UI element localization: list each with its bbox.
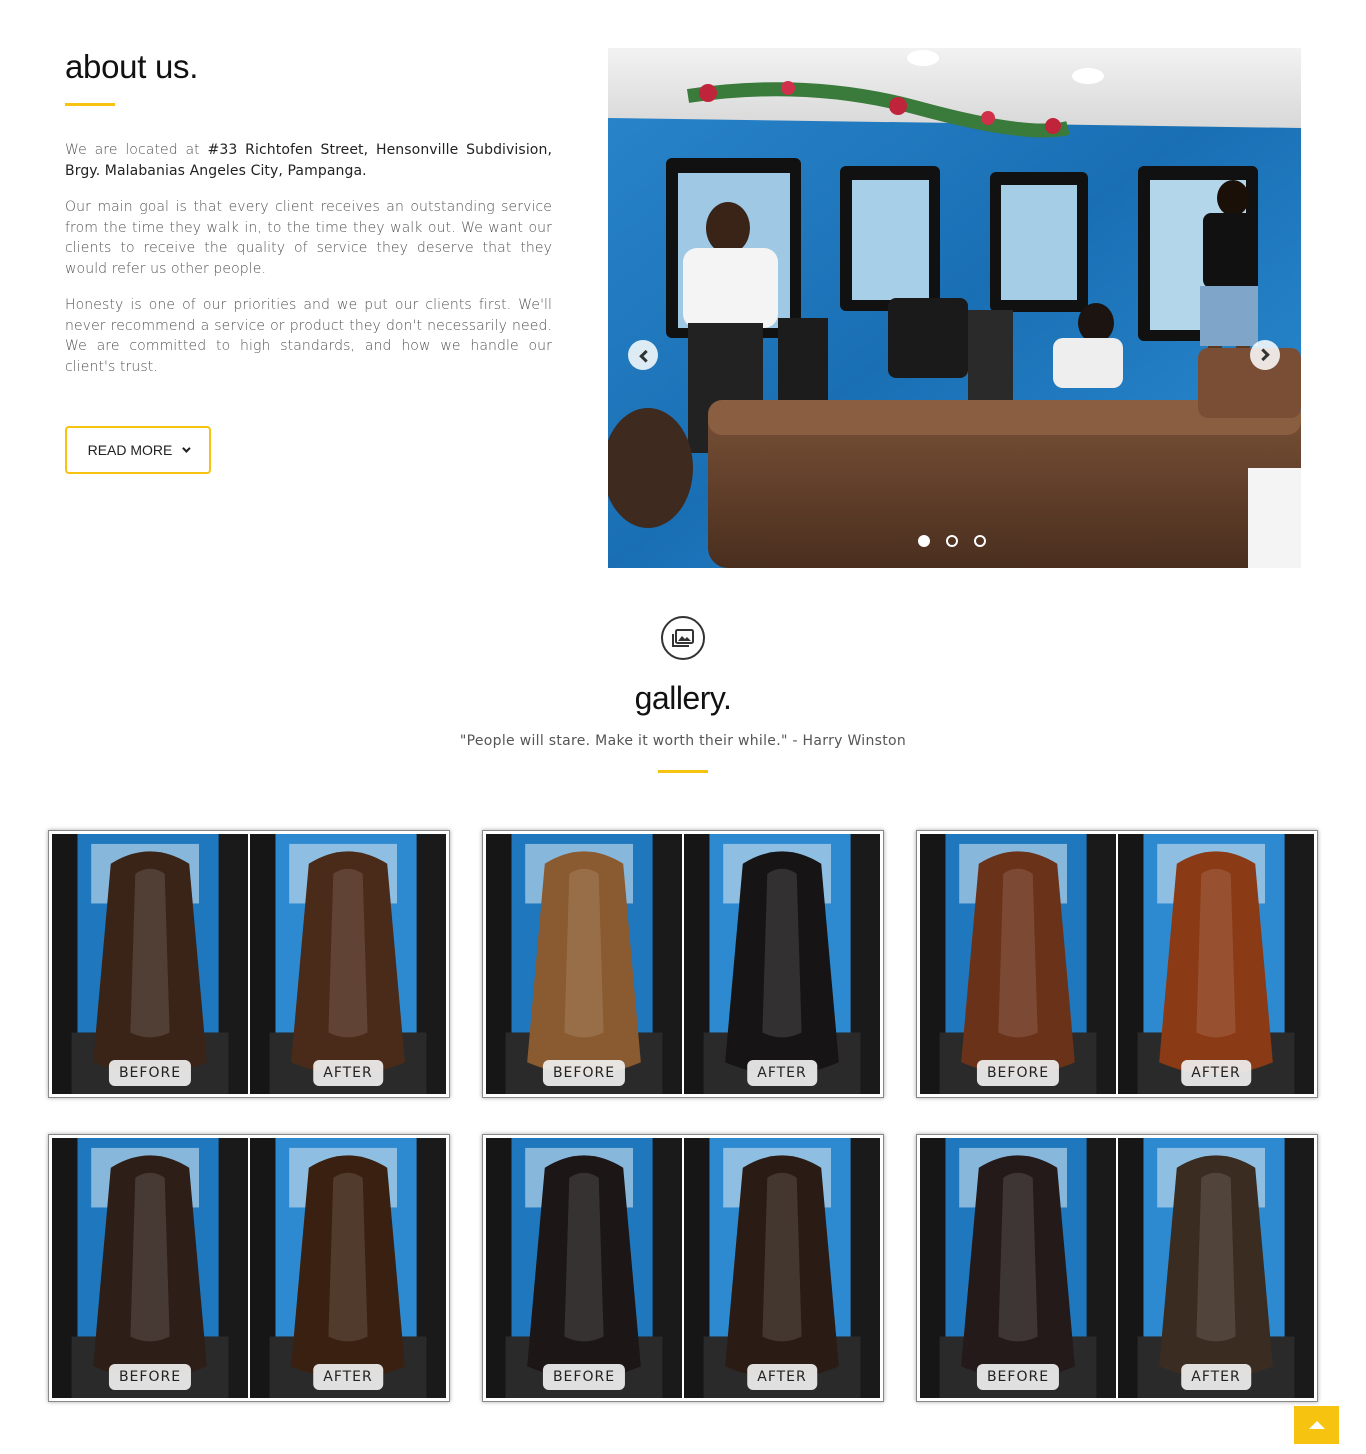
gallery-accent-line [658, 770, 708, 773]
gallery-card[interactable]: BEFORE AFTER [482, 1134, 884, 1402]
about-accent-line [65, 103, 115, 106]
before-photo: BEFORE [52, 834, 248, 1094]
before-label: BEFORE [976, 1060, 1060, 1086]
after-label: AFTER [1181, 1060, 1251, 1086]
photo-gallery-icon [661, 616, 705, 660]
location-lead: We are located at [65, 142, 208, 158]
about-honesty-paragraph: Honesty is one of our priorities and we … [65, 297, 552, 375]
before-label: BEFORE [542, 1060, 626, 1086]
salon-carousel[interactable] [608, 48, 1301, 568]
back-to-top-button[interactable] [1294, 1406, 1339, 1444]
chevron-down-icon [182, 444, 192, 453]
carousel-prev-button[interactable] [628, 340, 658, 370]
before-photo: BEFORE [486, 1138, 682, 1398]
before-photo: BEFORE [920, 1138, 1116, 1398]
carousel-dot-2[interactable] [946, 535, 958, 547]
gallery-card[interactable]: BEFORE AFTER [916, 830, 1318, 1098]
after-photo: AFTER [1118, 834, 1314, 1094]
after-label: AFTER [313, 1060, 383, 1086]
carousel-indicators [918, 535, 986, 547]
after-label: AFTER [747, 1060, 817, 1086]
after-photo: AFTER [684, 834, 880, 1094]
before-label: BEFORE [542, 1364, 626, 1390]
carousel-next-button[interactable] [1250, 340, 1280, 370]
gallery-title: gallery. [634, 680, 732, 716]
after-label: AFTER [747, 1364, 817, 1390]
after-photo: AFTER [250, 834, 446, 1094]
gallery-card[interactable]: BEFORE AFTER [482, 830, 884, 1098]
read-more-button[interactable]: READ MORE [65, 426, 211, 474]
before-label: BEFORE [976, 1364, 1060, 1390]
after-photo: AFTER [250, 1138, 446, 1398]
before-label: BEFORE [108, 1364, 192, 1390]
salon-interior-photo [608, 48, 1301, 568]
before-label: BEFORE [108, 1060, 192, 1086]
chevron-left-icon [638, 349, 652, 363]
before-photo: BEFORE [486, 834, 682, 1094]
chevron-right-icon [1256, 347, 1270, 361]
about-title: about us. [65, 48, 199, 85]
before-photo: BEFORE [920, 834, 1116, 1094]
about-location-paragraph: We are located at #33 Richtofen Street, … [65, 140, 552, 181]
after-label: AFTER [1181, 1364, 1251, 1390]
before-photo: BEFORE [52, 1138, 248, 1398]
gallery-card[interactable]: BEFORE AFTER [916, 1134, 1318, 1402]
gallery-card[interactable]: BEFORE AFTER [48, 1134, 450, 1402]
after-photo: AFTER [684, 1138, 880, 1398]
gallery-card[interactable]: BEFORE AFTER [48, 830, 450, 1098]
carousel-dot-1[interactable] [918, 535, 930, 547]
after-photo: AFTER [1118, 1138, 1314, 1398]
after-label: AFTER [313, 1364, 383, 1390]
about-goal-paragraph: Our main goal is that every client recei… [65, 199, 552, 277]
read-more-label: READ MORE [87, 442, 173, 458]
carousel-dot-3[interactable] [974, 535, 986, 547]
arrow-up-icon [1308, 1421, 1325, 1429]
gallery-quote: "People will stare. Make it worth their … [459, 733, 907, 749]
about-section: about us. We are located at #33 Richtofe… [65, 48, 552, 377]
